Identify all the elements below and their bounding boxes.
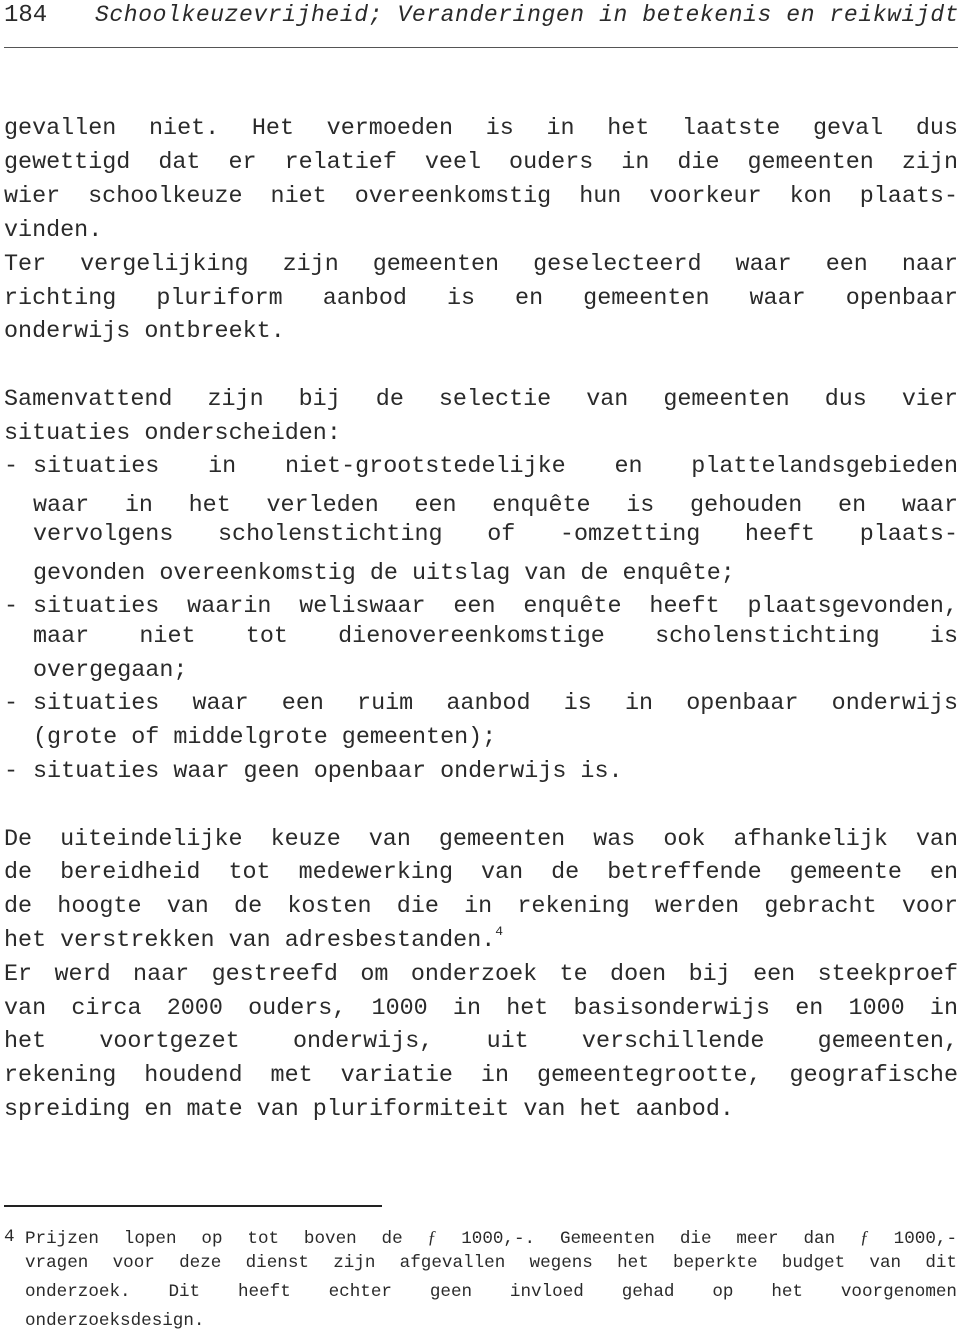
footnote-line: vragen voor deze dienst zijn afgevallen … — [25, 1253, 957, 1273]
text-line: (grote of middelgrote gemeenten); — [33, 725, 497, 751]
text-line: vinden. — [4, 218, 103, 244]
footnote-line: onderzoeksdesign. — [25, 1311, 205, 1331]
page-number: 184 — [4, 2, 48, 29]
text-line: het voortgezet onderwijs, uit verschille… — [4, 1029, 958, 1055]
text-line: de bereidheid tot medewerking van de bet… — [4, 860, 958, 886]
footnote-number: 4 — [4, 1227, 15, 1247]
footnote-text: 1000,- — [868, 1229, 958, 1249]
florin-symbol: ƒ — [860, 1227, 869, 1247]
footnote-reference[interactable]: 4 — [495, 924, 503, 939]
footnote-text: Prijzen lopen op tot boven de — [25, 1229, 428, 1249]
header-rule — [4, 47, 958, 48]
text-line: De uiteindelijke keuze van gemeenten was… — [4, 827, 958, 853]
text-line-content: het verstrekken van adresbestanden. — [4, 928, 496, 954]
text-line: situaties waar geen openbaar onderwijs i… — [33, 759, 623, 785]
text-line: gevonden overeenkomstig de uitslag van d… — [33, 561, 735, 587]
text-line: overgegaan; — [33, 658, 188, 684]
footnote-text: 1000,-. Gemeenten die meer dan — [436, 1229, 860, 1249]
footnote-rule — [4, 1205, 382, 1207]
text-line: situaties in niet-grootstedelijke en pla… — [33, 454, 958, 480]
text-line: van circa 2000 ouders, 1000 in het basis… — [4, 996, 958, 1022]
text-line: Samenvattend zijn bij de selectie van ge… — [4, 387, 958, 413]
page-header: 184 Schoolkeuzevrijheid; Veranderingen i… — [4, 0, 960, 30]
text-line: situaties waarin weliswaar een enquête h… — [33, 594, 958, 620]
text-line: onderwijs ontbreekt. — [4, 319, 285, 345]
text-line: spreiding en mate van pluriformiteit van… — [4, 1097, 734, 1123]
text-line: situaties onderscheiden: — [4, 421, 341, 447]
footnote-line: Prijzen lopen op tot boven de ƒ 1000,-. … — [25, 1225, 957, 1249]
text-line: het verstrekken van adresbestanden.4 — [4, 924, 958, 956]
text-line: de hoogte van de kosten die in rekening … — [4, 894, 958, 920]
list-dash: - — [4, 454, 19, 480]
text-line: rekening houdend met variatie in gemeent… — [4, 1063, 958, 1089]
footnote-line: onderzoek. Dit heeft echter geen invloed… — [25, 1282, 957, 1302]
text-line: Er werd naar gestreefd om onderzoek te d… — [4, 962, 958, 988]
list-dash: - — [4, 691, 19, 717]
list-dash: - — [4, 759, 19, 785]
text-line: wier schoolkeuze niet overeenkomstig hun… — [4, 184, 958, 210]
text-line: gewettigd dat er relatief veel ouders in… — [4, 150, 958, 176]
text-line: gevallen niet. Het vermoeden is in het l… — [4, 116, 958, 142]
text-line: Ter vergelijking zijn gemeenten geselect… — [4, 252, 958, 278]
running-title: Schoolkeuzevrijheid; Veranderingen in be… — [95, 2, 960, 28]
text-line: vervolgens scholenstichting of -omzettin… — [33, 522, 958, 548]
text-line: maar niet tot dienovereenkomstige schole… — [33, 624, 958, 650]
text-line: richting pluriform aanbod is en gemeente… — [4, 286, 958, 312]
list-dash: - — [4, 594, 19, 620]
text-line: waar in het verleden een enquête is geho… — [33, 493, 958, 519]
text-line: situaties waar een ruim aanbod is in ope… — [33, 691, 958, 717]
